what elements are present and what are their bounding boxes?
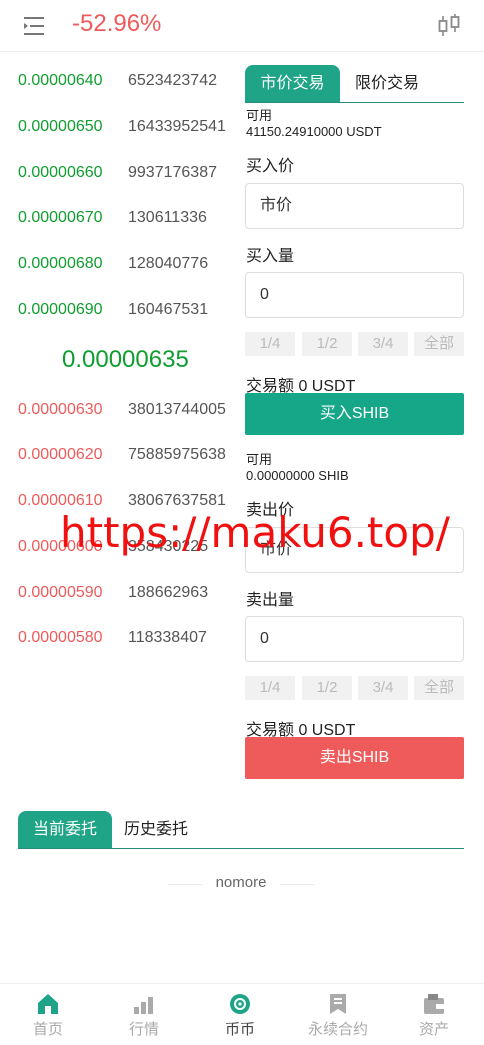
top-bar: -52.96% (0, 0, 484, 52)
nav-contract[interactable]: 永续合约 (290, 984, 386, 1045)
buy-price-input[interactable]: 市价 (245, 183, 464, 229)
ask-price: 0.00000670 (18, 209, 103, 226)
nav-coin[interactable]: 币币 (192, 984, 288, 1045)
sell-ratio-three-quarter[interactable]: 3/4 (358, 676, 408, 700)
nav-market[interactable]: 行情 (96, 984, 192, 1045)
bid-row[interactable]: 0.00000610 38067637581 (18, 492, 242, 516)
bid-row[interactable]: 0.00000600 358430225 (18, 538, 242, 562)
tab-market-order[interactable]: 市价交易 (245, 65, 340, 102)
ask-row[interactable]: 0.00000680 128040776 (18, 255, 242, 279)
sell-ratio-selector: 1/4 1/2 3/4 全部 (245, 676, 464, 700)
orders-tabs: 当前委托 历史委托 (18, 811, 464, 849)
nav-label: 首页 (32, 1021, 63, 1038)
bid-price: 0.00000620 (18, 446, 103, 463)
divider (168, 884, 202, 885)
bid-quantity: 38067637581 (128, 492, 226, 509)
bid-quantity: 38013744005 (128, 401, 226, 418)
bid-price: 0.00000580 (18, 629, 103, 646)
sell-price-input[interactable]: 市价 (245, 527, 464, 573)
sell-ratio-quarter[interactable]: 1/4 (245, 676, 295, 700)
buy-price-label: 买入价 (246, 158, 295, 175)
menu-icon[interactable] (22, 14, 46, 38)
ask-row[interactable]: 0.00000660 9937176387 (18, 164, 242, 188)
sell-price-label: 卖出价 (246, 502, 295, 519)
buy-button[interactable]: 买入SHIB (245, 393, 464, 435)
ask-row[interactable]: 0.00000670 130611336 (18, 209, 242, 233)
empty-text: nomore (215, 874, 267, 891)
nav-assets[interactable]: 资产 (386, 984, 482, 1045)
ask-price: 0.00000680 (18, 255, 103, 272)
ask-row[interactable]: 0.00000640 6523423742 (18, 72, 242, 96)
ask-row[interactable]: 0.00000650 16433952541 (18, 118, 242, 142)
bid-price: 0.00000610 (18, 492, 103, 509)
bid-row[interactable]: 0.00000630 38013744005 (18, 401, 242, 425)
bid-row[interactable]: 0.00000620 75885975638 (18, 446, 242, 470)
nav-home[interactable]: 首页 (0, 984, 96, 1045)
bid-quantity: 118338407 (128, 629, 207, 646)
tab-limit-order[interactable]: 限价交易 (352, 65, 422, 102)
last-price: 0.00000635 (62, 346, 189, 373)
sell-available-label: 可用 (246, 452, 273, 467)
sell-button[interactable]: 卖出SHIB (245, 737, 464, 779)
buy-available-label: 可用 (246, 108, 273, 123)
coin-icon (230, 994, 250, 1014)
home-icon (38, 994, 58, 1014)
buy-amount-input[interactable]: 0 (245, 272, 464, 318)
buy-ratio-quarter[interactable]: 1/4 (245, 332, 295, 356)
ask-quantity: 160467531 (128, 301, 209, 318)
bid-row[interactable]: 0.00000590 188662963 (18, 584, 242, 608)
ask-price: 0.00000690 (18, 301, 103, 318)
bid-price: 0.00000600 (18, 538, 103, 555)
buy-ratio-all[interactable]: 全部 (414, 332, 464, 356)
nav-label: 币币 (224, 1021, 255, 1038)
sell-amount-label: 卖出量 (246, 592, 295, 609)
buy-available-value: 41150.24910000 USDT (246, 124, 382, 139)
contract-icon (330, 994, 346, 1014)
ask-quantity: 16433952541 (128, 118, 226, 135)
market-icon (134, 997, 153, 1014)
ask-price: 0.00000640 (18, 72, 103, 89)
bid-quantity: 188662963 (128, 584, 209, 601)
nav-label: 资产 (418, 1021, 449, 1038)
buy-ratio-selector: 1/4 1/2 3/4 全部 (245, 332, 464, 356)
bid-row[interactable]: 0.00000580 118338407 (18, 629, 242, 653)
sell-ratio-half[interactable]: 1/2 (302, 676, 352, 700)
tab-history-orders[interactable]: 历史委托 (124, 811, 188, 848)
kline-chart-icon[interactable] (436, 13, 462, 39)
bid-quantity: 75885975638 (128, 446, 226, 463)
nav-label: 行情 (128, 1021, 159, 1038)
ask-price: 0.00000650 (18, 118, 103, 135)
sell-amount-input[interactable]: 0 (245, 616, 464, 662)
bid-price: 0.00000590 (18, 584, 103, 601)
bid-price: 0.00000630 (18, 401, 103, 418)
bottom-nav: 首页 行情 币币 永续合约 资产 (0, 983, 484, 1045)
buy-ratio-half[interactable]: 1/2 (302, 332, 352, 356)
nav-label: 永续合约 (307, 1021, 368, 1038)
empty-list-indicator: nomore (168, 874, 314, 894)
tab-current-orders[interactable]: 当前委托 (18, 811, 112, 848)
ask-quantity: 9937176387 (128, 164, 217, 181)
sell-available-value: 0.00000000 SHIB (246, 468, 349, 483)
trade-type-tabs: 市价交易 限价交易 (245, 65, 464, 103)
ask-row[interactable]: 0.00000690 160467531 (18, 301, 242, 325)
ask-quantity: 130611336 (128, 209, 207, 226)
bid-quantity: 358430225 (128, 538, 209, 555)
price-change-percent: -52.96% (72, 10, 162, 37)
ask-quantity: 128040776 (128, 255, 209, 272)
buy-amount-label: 买入量 (246, 248, 295, 265)
buy-ratio-three-quarter[interactable]: 3/4 (358, 332, 408, 356)
ask-quantity: 6523423742 (128, 72, 217, 89)
divider (280, 884, 314, 885)
sell-ratio-all[interactable]: 全部 (414, 676, 464, 700)
ask-price: 0.00000660 (18, 164, 103, 181)
assets-icon (424, 994, 444, 1014)
